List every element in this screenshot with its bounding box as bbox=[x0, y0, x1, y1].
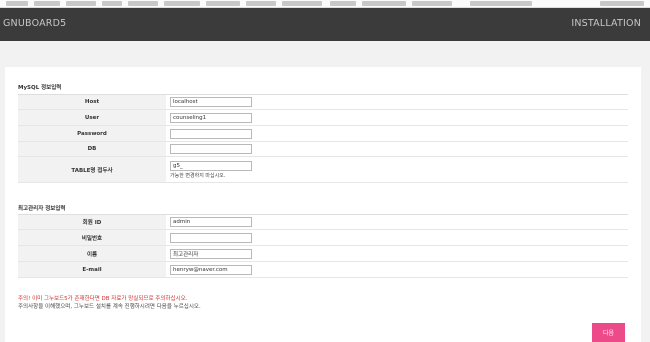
host-input[interactable] bbox=[170, 97, 252, 107]
table-prefix-help: 가능한 변경하지 마십시오. bbox=[170, 172, 226, 179]
name-label: 이름 bbox=[18, 246, 166, 261]
bookmark-item[interactable] bbox=[34, 1, 60, 6]
password-label: Password bbox=[18, 126, 166, 141]
admin-row-email: E-mail bbox=[18, 262, 628, 278]
member-id-input[interactable] bbox=[170, 217, 252, 227]
mysql-row-user: User bbox=[18, 110, 628, 126]
user-input[interactable] bbox=[170, 112, 252, 123]
db-input[interactable] bbox=[170, 144, 252, 154]
email-label: E-mail bbox=[18, 262, 166, 277]
admin-password-input[interactable] bbox=[170, 232, 252, 243]
install-notice: 주의! 이미 그누보드5가 존재한다면 DB 자료가 망실되므로 주의하십시오.… bbox=[18, 295, 201, 311]
mysql-row-db: DB bbox=[18, 142, 628, 157]
admin-row-name: 이름 bbox=[18, 246, 628, 262]
admin-password-label: 비밀번호 bbox=[18, 230, 166, 245]
bookmark-item[interactable] bbox=[412, 1, 452, 6]
bookmark-item[interactable] bbox=[600, 1, 644, 6]
bookmark-item[interactable] bbox=[282, 1, 322, 6]
host-label: Host bbox=[18, 95, 166, 109]
install-form-panel: MySQL 정보입력 Host User Password DB TABLE명 … bbox=[5, 67, 641, 342]
mysql-row-password: Password bbox=[18, 126, 628, 142]
user-label: User bbox=[18, 110, 166, 125]
admin-row-id: 회원 ID bbox=[18, 215, 628, 230]
bookmark-item[interactable] bbox=[66, 1, 96, 6]
installation-title: INSTALLATION bbox=[571, 18, 641, 29]
page-header: GNUBOARD5 INSTALLATION bbox=[0, 8, 650, 41]
bookmark-item[interactable] bbox=[206, 1, 240, 6]
brand-logo: GNUBOARD5 bbox=[3, 18, 67, 29]
bookmark-item[interactable] bbox=[330, 1, 356, 6]
admin-form-table: 회원 ID 비밀번호 이름 E-mail bbox=[18, 214, 628, 278]
next-button[interactable]: 다음 bbox=[592, 323, 625, 342]
bookmark-item[interactable] bbox=[6, 1, 28, 6]
password-input[interactable] bbox=[170, 128, 252, 139]
bookmark-item[interactable] bbox=[246, 1, 276, 6]
bookmark-item[interactable] bbox=[102, 1, 122, 6]
mysql-section-title: MySQL 정보입력 bbox=[18, 85, 62, 91]
bookmark-item[interactable] bbox=[164, 1, 200, 6]
table-prefix-input[interactable] bbox=[170, 160, 252, 171]
admin-section-title: 최고관리자 정보입력 bbox=[18, 206, 66, 212]
warning-text: 주의! 이미 그누보드5가 존재한다면 DB 자료가 망실되므로 주의하십시오. bbox=[18, 296, 188, 302]
mysql-row-host: Host bbox=[18, 95, 628, 110]
email-input[interactable] bbox=[170, 264, 252, 275]
info-text: 주의사항을 이해했으며, 그누보드 설치를 계속 진행하시려면 다음을 누르십시… bbox=[18, 304, 201, 310]
bookmark-item[interactable] bbox=[470, 1, 532, 6]
member-id-label: 회원 ID bbox=[18, 215, 166, 229]
db-label: DB bbox=[18, 142, 166, 156]
admin-row-password: 비밀번호 bbox=[18, 230, 628, 246]
table-prefix-label: TABLE명 접두사 bbox=[18, 157, 166, 182]
bookmark-item[interactable] bbox=[362, 1, 406, 6]
name-input[interactable] bbox=[170, 248, 252, 259]
browser-bookmarks-bar bbox=[0, 0, 650, 8]
mysql-row-table-prefix: TABLE명 접두사 가능한 변경하지 마십시오. bbox=[18, 157, 628, 183]
bookmark-item[interactable] bbox=[128, 1, 158, 6]
mysql-form-table: Host User Password DB TABLE명 접두사 가능한 변경하… bbox=[18, 94, 628, 183]
